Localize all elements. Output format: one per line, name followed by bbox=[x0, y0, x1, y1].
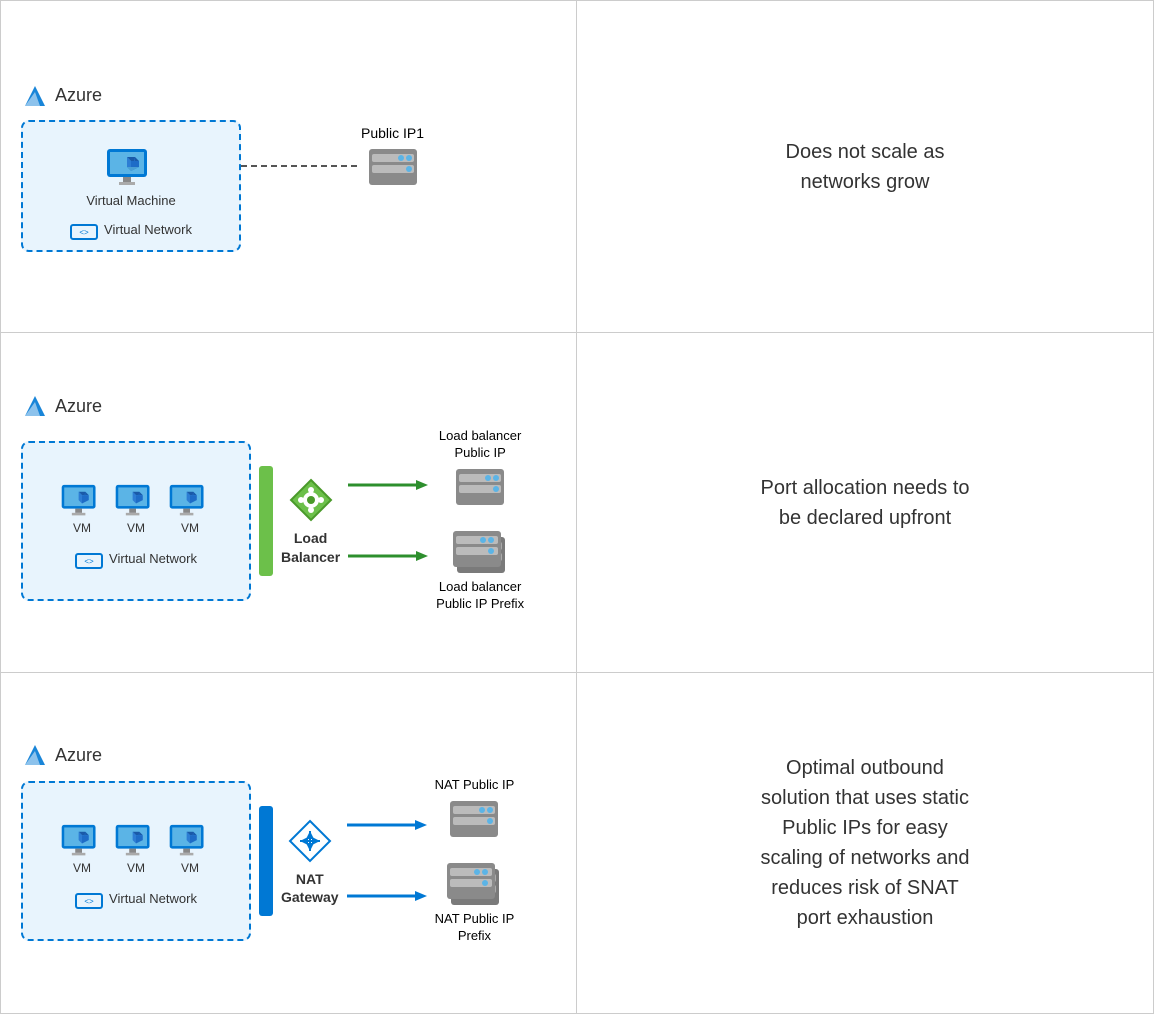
azure-logo-icon-3 bbox=[21, 741, 49, 769]
vm-label-3a: VM bbox=[73, 861, 91, 875]
nat-target2-label: NAT Public IPPrefix bbox=[435, 911, 515, 945]
lb-bar bbox=[259, 466, 273, 576]
public-ip-1: Public IP1 bbox=[361, 125, 424, 187]
green-arrow-1 bbox=[348, 477, 428, 493]
server-stack-icon-2 bbox=[451, 527, 509, 577]
vnet-icon-3: <> bbox=[75, 889, 103, 909]
azure-label-1: Azure bbox=[55, 85, 102, 106]
lb-target2-label: Load balancerPublic IP Prefix bbox=[436, 579, 524, 613]
vm-monitor-3b bbox=[114, 823, 158, 859]
vnet-icon-2: <> bbox=[75, 549, 103, 569]
svg-text:<>: <> bbox=[84, 557, 94, 566]
vm-icon-2a: VM bbox=[60, 483, 104, 535]
row2-description: Port allocation needs to be declared upf… bbox=[577, 333, 1153, 673]
lb-target1-label: Load balancerPublic IP bbox=[439, 428, 521, 462]
green-arrow-2 bbox=[348, 548, 428, 564]
row3-description: Optimal outbound solution that uses stat… bbox=[577, 673, 1153, 1013]
dashed-connector-1 bbox=[241, 156, 361, 176]
lb-targets: Load balancerPublic IP bbox=[436, 428, 524, 613]
nat-label: NATGateway bbox=[281, 870, 339, 906]
azure-vnet-box-1: Virtual Machine <> Virtual Network bbox=[21, 120, 241, 252]
vm-label-3c: VM bbox=[181, 861, 199, 875]
row1-description: Does not scale as networks grow bbox=[577, 1, 1153, 333]
vm-label-1: Virtual Machine bbox=[86, 193, 175, 208]
nat-icon-wrap: NATGateway bbox=[281, 816, 339, 906]
server-icon-2 bbox=[454, 467, 506, 507]
vm-label-3b: VM bbox=[127, 861, 145, 875]
row3-diagram: Azure bbox=[1, 673, 577, 1013]
row2-desc-text: Port allocation needs to be declared upf… bbox=[760, 473, 969, 533]
lb-arrows bbox=[348, 477, 428, 564]
vm-monitor-2c bbox=[168, 483, 212, 519]
vm-label-2c: VM bbox=[181, 521, 199, 535]
lb-arrow-2 bbox=[348, 548, 428, 564]
main-grid: Azure bbox=[0, 0, 1154, 1014]
vm-icon-3c: VM bbox=[168, 823, 212, 875]
azure-logo-icon-2 bbox=[21, 392, 49, 420]
vm-icon-3a: VM bbox=[60, 823, 104, 875]
nat-target-1: NAT Public IP bbox=[435, 777, 515, 839]
azure-label-3: Azure bbox=[55, 745, 102, 766]
nat-target1-label: NAT Public IP bbox=[435, 777, 515, 794]
server-icon-1 bbox=[367, 147, 419, 187]
vnet-label-3: <> Virtual Network bbox=[75, 889, 197, 909]
vnet-label-2: <> Virtual Network bbox=[75, 549, 197, 569]
dashed-line-svg bbox=[241, 156, 361, 176]
vm-monitor-3c bbox=[168, 823, 212, 859]
vms-row-2: VM VM bbox=[60, 483, 212, 535]
row3-desc-text: Optimal outbound solution that uses stat… bbox=[760, 753, 969, 933]
blue-arrow-2 bbox=[347, 888, 427, 904]
vnet-icon-svg: <> bbox=[70, 220, 98, 240]
server-icon-3 bbox=[448, 799, 500, 839]
lb-arrow-1 bbox=[348, 477, 428, 493]
nat-bar bbox=[259, 806, 273, 916]
vm-icon-2b: VM bbox=[114, 483, 158, 535]
vm-monitor-2a bbox=[60, 483, 104, 519]
nat-target-2: NAT Public IPPrefix bbox=[435, 859, 515, 945]
vm-monitor-3a bbox=[60, 823, 104, 859]
row1-desc-text: Does not scale as networks grow bbox=[786, 137, 945, 197]
vm-icon-1: Virtual Machine bbox=[86, 147, 175, 208]
nat-arrows bbox=[347, 817, 427, 904]
azure-logo-icon bbox=[21, 82, 49, 110]
vms-row-3: VM VM bbox=[60, 823, 212, 875]
lb-target-1: Load balancerPublic IP bbox=[436, 428, 524, 507]
vm-icon-3b: VM bbox=[114, 823, 158, 875]
lb-icon-wrap: LoadBalancer bbox=[281, 475, 340, 565]
nat-icon-svg bbox=[285, 816, 335, 866]
vm-monitor-2b bbox=[114, 483, 158, 519]
lb-target-2: Load balancerPublic IP Prefix bbox=[436, 527, 524, 613]
blue-arrow-1 bbox=[347, 817, 427, 833]
row1-diagram: Azure bbox=[1, 1, 577, 333]
azure-vnet-box-2: VM VM bbox=[21, 441, 251, 601]
lb-label: LoadBalancer bbox=[281, 529, 340, 565]
nat-targets: NAT Public IP bbox=[435, 777, 515, 945]
azure-vnet-box-3: VM VM bbox=[21, 781, 251, 941]
svg-text:<>: <> bbox=[79, 228, 89, 237]
vnet-label-1: <> Virtual Network bbox=[70, 220, 192, 240]
vm-label-2b: VM bbox=[127, 521, 145, 535]
row2-diagram: Azure bbox=[1, 333, 577, 673]
vm-label-2a: VM bbox=[73, 521, 91, 535]
server-stack-icon-3 bbox=[445, 859, 503, 909]
vm-monitor-svg bbox=[105, 147, 157, 189]
nat-arrow-1 bbox=[347, 817, 427, 833]
svg-text:<>: <> bbox=[84, 897, 94, 906]
vm-icon-2c: VM bbox=[168, 483, 212, 535]
lb-icon-svg bbox=[286, 475, 336, 525]
azure-label-2: Azure bbox=[55, 396, 102, 417]
nat-arrow-2 bbox=[347, 888, 427, 904]
